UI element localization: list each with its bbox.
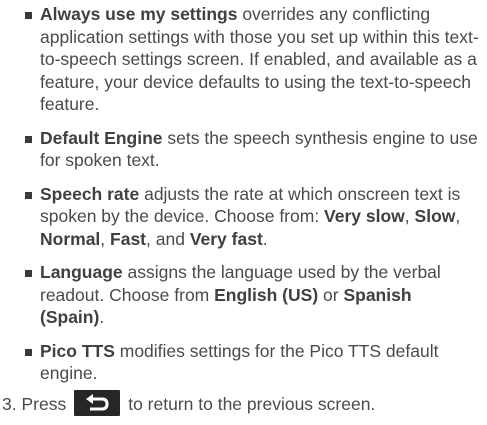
option-english-us: English (US) <box>214 284 319 305</box>
option-normal: Normal <box>40 228 101 249</box>
list-item-pico-tts: Pico TTS modifies settings for the Pico … <box>25 340 480 385</box>
option-fast: Fast <box>110 228 147 249</box>
option-slow: Slow <box>414 206 456 226</box>
list-item-default-engine: Default Engine sets the speech synthesis… <box>25 127 480 172</box>
list-item-speech-rate: Speech rate adjusts the rate at which on… <box>25 183 480 251</box>
square-bullet-icon <box>25 12 32 19</box>
term-speech-rate: Speech rate <box>40 183 140 204</box>
manual-page: Always use my settings overrides any con… <box>0 0 487 425</box>
separator: or <box>318 284 344 305</box>
list-item-always-use-my-settings: Always use my settings overrides any con… <box>25 3 480 116</box>
square-bullet-icon <box>25 270 32 277</box>
option-very-fast: Very fast <box>189 228 263 249</box>
back-arrow-icon <box>86 394 109 411</box>
option-very-slow: Very slow <box>324 206 405 226</box>
separator: , <box>455 206 461 226</box>
period: . <box>262 228 268 249</box>
square-bullet-icon <box>25 348 32 356</box>
square-bullet-icon <box>25 135 32 143</box>
period: . <box>99 307 105 327</box>
term-default-engine: Default Engine <box>40 127 163 148</box>
term-pico-tts: Pico TTS <box>40 340 115 361</box>
separator: , <box>100 228 111 249</box>
step-text-after: to return to the previous screen. <box>128 394 376 414</box>
term-language: Language <box>40 262 123 282</box>
step-number: 3. <box>2 394 17 414</box>
separator: , and <box>146 228 190 249</box>
tts-settings-list: Always use my settings overrides any con… <box>25 3 480 396</box>
separator: , <box>404 206 415 226</box>
list-item-language: Language assigns the language used by th… <box>25 261 480 329</box>
back-button[interactable] <box>74 390 121 417</box>
square-bullet-icon <box>25 191 32 199</box>
term-always-use-my-settings: Always use my settings <box>40 4 238 24</box>
step-text-before: Press <box>21 394 67 414</box>
step-3: 3. Press to return to the previous scree… <box>2 390 376 417</box>
